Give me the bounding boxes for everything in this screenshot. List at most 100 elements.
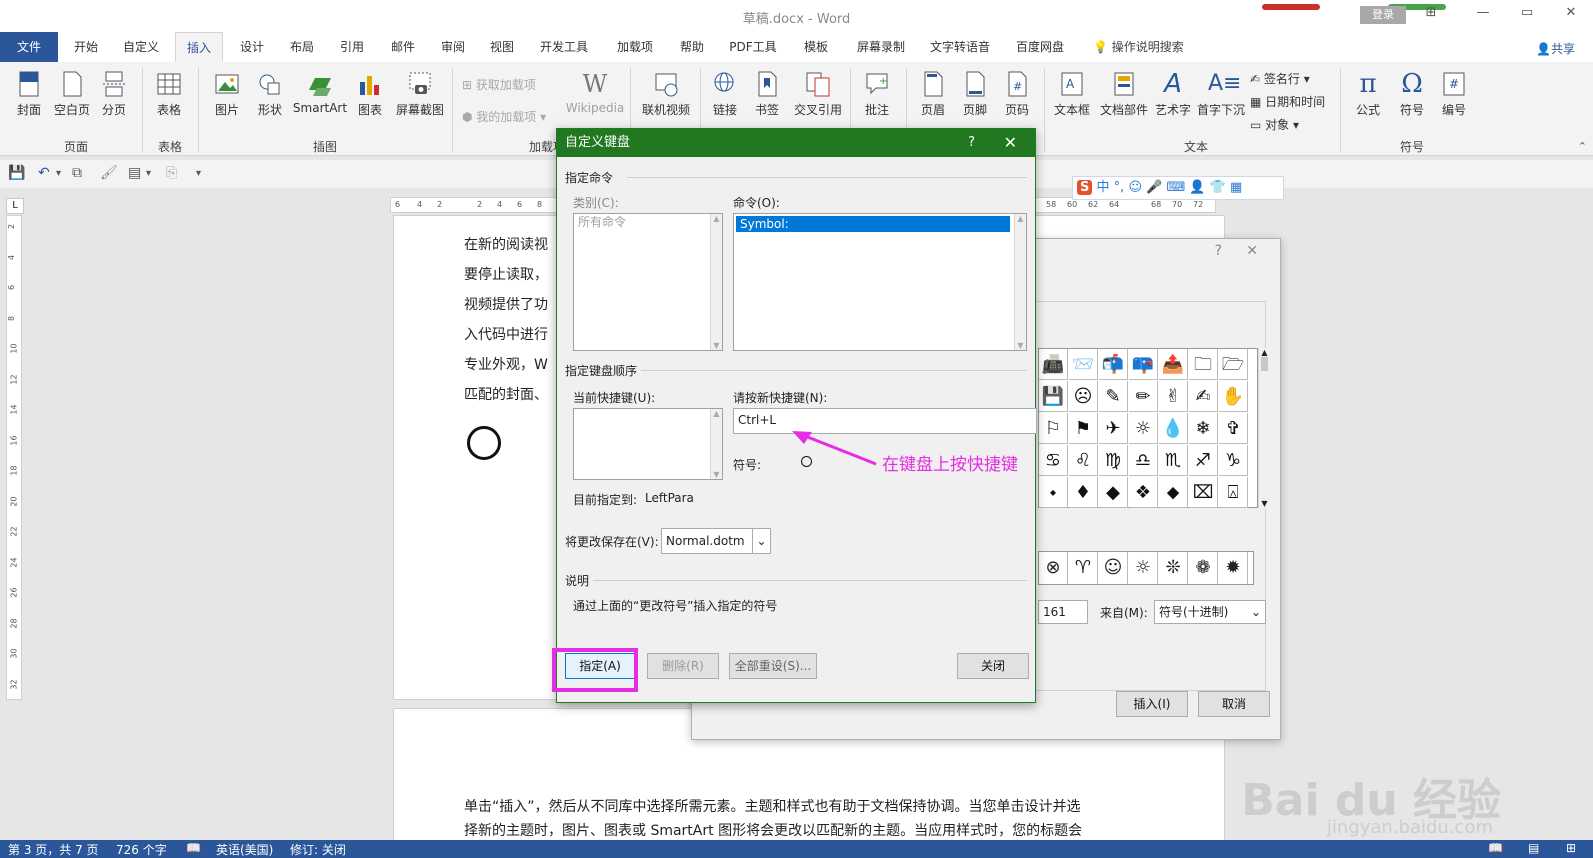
tab-custom[interactable]: 自定义 [116, 32, 166, 62]
status-page[interactable]: 第 3 页，共 7 页 [8, 841, 99, 858]
character-code-input[interactable]: 161 [1038, 600, 1088, 624]
chart-button[interactable]: 图表 [354, 70, 386, 118]
symbol-cell[interactable]: ✏ [1129, 381, 1158, 412]
copy-format-icon[interactable]: ⧉ [72, 165, 82, 181]
symbol-cell[interactable]: ✞ [1219, 413, 1248, 444]
command-scrollbar[interactable]: ▲ ▼ [1014, 214, 1026, 350]
recent-symbol-cell[interactable]: ☼ [1129, 552, 1158, 584]
recent-symbol-cell[interactable]: ♈ [1069, 552, 1098, 584]
wikipedia-button[interactable]: W Wikipedia [562, 70, 628, 115]
share-button[interactable]: 👤共享 [1536, 40, 1575, 57]
blank-page-button[interactable]: 空白页 [52, 70, 92, 118]
symbol-cell[interactable]: ❄ [1189, 413, 1218, 444]
status-word-count[interactable]: 726 个字 [116, 841, 167, 858]
symbol-cell[interactable]: ⬥ [1159, 477, 1188, 508]
collapse-ribbon-icon[interactable]: ⌃ [1578, 140, 1587, 153]
wordart-button[interactable]: A 艺术字 [1152, 70, 1194, 118]
close-button[interactable]: 关闭 [957, 653, 1029, 679]
symbol-cell[interactable]: ✋ [1219, 381, 1248, 412]
bookmark-button[interactable]: 书签 [750, 70, 784, 118]
help-icon[interactable]: ? [968, 129, 975, 157]
symbol-cell[interactable]: ✍ [1189, 381, 1218, 412]
recent-symbol-cell[interactable]: ❁ [1189, 552, 1218, 584]
from-select[interactable]: 符号(十进制) ⌄ [1154, 600, 1266, 624]
new-doc-icon[interactable]: ⎘ [166, 165, 177, 181]
current-keys-listbox[interactable]: ▲ ▼ [573, 408, 723, 480]
symbol-cell[interactable]: 📪 [1129, 349, 1158, 380]
close-icon[interactable]: ✕ [1556, 5, 1586, 20]
cover-page-button[interactable]: 封面 [12, 70, 46, 118]
insert-button[interactable]: 插入(I) [1116, 691, 1188, 717]
tab-layout[interactable]: 布局 [282, 32, 322, 62]
command-listbox[interactable]: Symbol: ▲ ▼ [733, 213, 1027, 351]
undo-dropdown-icon[interactable]: ▾ [56, 168, 61, 179]
text-box-button[interactable]: A 文本框 [1052, 70, 1092, 118]
tab-addins[interactable]: 加载项 [610, 32, 660, 62]
symbol-cell[interactable]: 💾 [1039, 381, 1068, 412]
link-button[interactable]: 链接 [708, 70, 742, 118]
table-button[interactable]: 表格 [152, 70, 186, 118]
footer-button[interactable]: 页脚 [958, 70, 992, 118]
symbol-cell[interactable]: 📬 [1099, 349, 1128, 380]
number-button[interactable]: # 编号 [1436, 70, 1472, 118]
category-scrollbar[interactable]: ▲ ▼ [710, 214, 722, 350]
format-painter-icon[interactable]: 🖌 [100, 165, 118, 181]
undo-icon[interactable]: ↶ [38, 165, 50, 181]
symbol-grid-scrollbar[interactable]: ▲ ▼ [1258, 348, 1270, 508]
read-mode-icon[interactable]: 📖 [1488, 841, 1503, 855]
web-layout-icon[interactable]: ⊞ [1566, 841, 1576, 855]
symbol-cell[interactable]: ☼ [1129, 413, 1158, 444]
print-layout-icon[interactable]: ▤ [1528, 841, 1539, 855]
symbol-cell[interactable]: ♎ [1129, 445, 1158, 476]
symbol-cell[interactable]: ⚑ [1069, 413, 1098, 444]
symbol-cell[interactable]: ⌧ [1189, 477, 1218, 508]
minimize-icon[interactable]: — [1468, 5, 1498, 20]
tab-developer[interactable]: 开发工具 [536, 32, 592, 62]
symbol-cell[interactable]: ❖ [1129, 477, 1158, 508]
customize-qat-icon[interactable]: ▾ [196, 168, 201, 179]
signature-line-button[interactable]: ✍ 签名行 ▾ [1250, 70, 1310, 87]
layout-dropdown-icon[interactable]: ▾ [146, 168, 151, 179]
symbol-cell[interactable]: ✎ [1099, 381, 1128, 412]
recent-symbol-cell[interactable]: ✹ [1219, 552, 1248, 584]
recent-symbol-cell[interactable]: ❊ [1159, 552, 1188, 584]
symbol-cell[interactable]: ⬩ [1039, 477, 1068, 508]
symbol-cell[interactable]: ♑ [1219, 445, 1248, 476]
tab-text-to-speech[interactable]: 文字转语音 [923, 32, 997, 62]
date-time-button[interactable]: ▦ 日期和时间 [1250, 93, 1325, 110]
symbol-dialog-help-icon[interactable]: ? [1215, 243, 1222, 259]
page-break-button[interactable]: 分页 [98, 70, 130, 118]
symbol-cell[interactable]: ♦ [1069, 477, 1098, 508]
object-button[interactable]: ▭ 对象 ▾ [1250, 116, 1299, 133]
symbol-cell[interactable]: ♍ [1099, 445, 1128, 476]
tab-review[interactable]: 审阅 [433, 32, 473, 62]
get-addins-button[interactable]: ⊞ 获取加载项 [462, 76, 536, 93]
drop-cap-button[interactable]: A≡ 首字下沉 [1194, 70, 1248, 118]
symbol-cell[interactable]: ♋ [1039, 445, 1068, 476]
symbol-cell[interactable]: ☹ [1069, 381, 1098, 412]
symbol-cell[interactable]: 📤 [1159, 349, 1188, 380]
symbol-cell[interactable]: ✌ [1159, 381, 1188, 412]
symbol-cell[interactable]: 📠 [1039, 349, 1068, 380]
save-in-select[interactable]: Normal.dotm ⌄ [661, 528, 771, 554]
category-item[interactable]: 所有命令 [574, 214, 722, 230]
login-button[interactable]: 登录 [1360, 6, 1406, 24]
tab-pdf-tools[interactable]: PDF工具 [725, 32, 781, 62]
symbol-grid[interactable]: 📠 📨 📬 📪 📤 🗀 🗁 💾 ☹ ✎ ✏ ✌ ✍ ✋ ⚐ ⚑ ✈ ☼ 💧 ❄ ✞ ♋ ♌ ♍ ♎ ♏ ♐ ♑ ⬩ ♦ ◆ ❖ ⬥ ⌧ ⍓ [1038, 348, 1258, 508]
tab-selector[interactable]: L [6, 198, 24, 214]
symbol-cell[interactable]: ⚐ [1039, 413, 1068, 444]
category-listbox[interactable]: 所有命令 ▲ ▼ [573, 213, 723, 351]
tab-baidu-netdisk[interactable]: 百度网盘 [1010, 32, 1070, 62]
symbol-cell[interactable]: ◆ [1099, 477, 1128, 508]
equation-button[interactable]: π 公式 [1350, 70, 1386, 118]
command-item-selected[interactable]: Symbol: [736, 216, 1010, 232]
recent-symbol-cell[interactable]: ☺ [1099, 552, 1128, 584]
tab-mailings[interactable]: 邮件 [383, 32, 423, 62]
cancel-button[interactable]: 取消 [1198, 691, 1270, 717]
tab-help[interactable]: 帮助 [672, 32, 712, 62]
status-track-changes[interactable]: 修订: 关闭 [290, 841, 346, 858]
screenshot-button[interactable]: 屏幕截图 [392, 70, 448, 118]
recent-symbols-row[interactable]: ⊗ ♈ ☺ ☼ ❊ ❁ ✹ [1038, 551, 1254, 585]
symbol-cell[interactable]: 🗁 [1219, 349, 1248, 380]
pictures-button[interactable]: 图片 [210, 70, 244, 118]
